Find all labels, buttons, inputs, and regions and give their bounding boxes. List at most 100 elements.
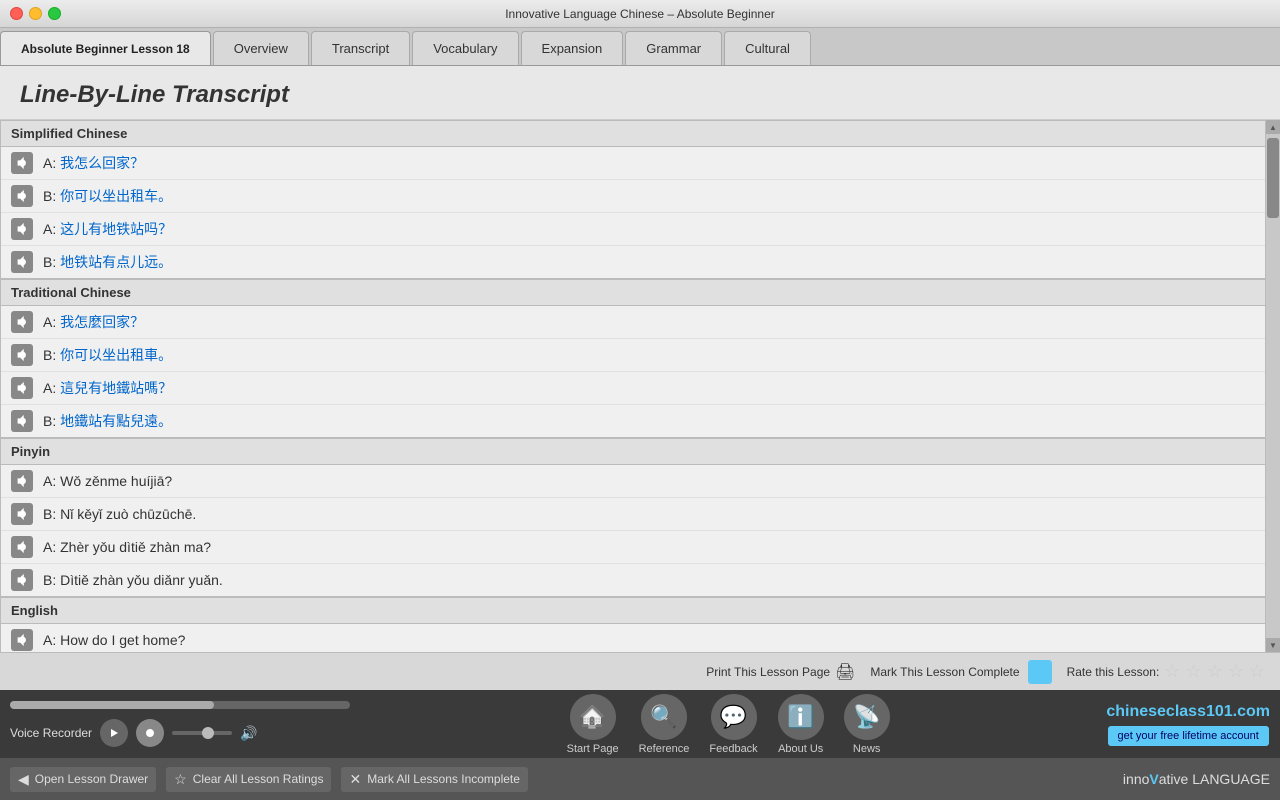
open-drawer-button[interactable]: ◀ Open Lesson Drawer xyxy=(10,767,156,792)
speaker-icon[interactable] xyxy=(11,569,33,591)
nav-icon-reference[interactable]: 🔍 Reference xyxy=(639,694,690,755)
scroll-track xyxy=(1267,136,1279,636)
nav-icon-about-us[interactable]: ℹ️ About Us xyxy=(778,694,824,755)
maximize-button[interactable] xyxy=(48,7,61,20)
brand-suffix: class101.com xyxy=(1166,703,1270,720)
speaker-icon[interactable] xyxy=(11,251,33,273)
play-button[interactable] xyxy=(100,719,128,747)
tab-lesson[interactable]: Absolute Beginner Lesson 18 xyxy=(0,31,211,65)
main-container: Absolute Beginner Lesson 18 Overview Tra… xyxy=(0,28,1280,800)
scroll-thumb[interactable] xyxy=(1267,138,1279,218)
speaker-icon[interactable] xyxy=(11,218,33,240)
start-page-label: Start Page xyxy=(567,743,619,755)
open-drawer-label: Open Lesson Drawer xyxy=(35,772,148,786)
nav-icon-start-page[interactable]: 🏠 Start Page xyxy=(567,694,619,755)
line-text: A: 这儿有地铁站吗？ xyxy=(43,219,172,239)
brand-name: chineseclass101.com xyxy=(1106,703,1270,721)
start-page-icon-circle: 🏠 xyxy=(570,694,616,740)
list-item: B: 你可以坐出租車。 xyxy=(1,339,1265,372)
feedback-icon-circle: 💬 xyxy=(711,694,757,740)
list-item: B: 地铁站有点儿远。 xyxy=(1,246,1265,278)
tab-cultural[interactable]: Cultural xyxy=(724,31,811,65)
tab-vocabulary[interactable]: Vocabulary xyxy=(412,31,518,65)
bottom-action-bar: Print This Lesson Page 🖨 Mark This Lesso… xyxy=(0,652,1280,690)
volume-slider[interactable] xyxy=(172,731,232,735)
search-icon: 🔍 xyxy=(650,704,677,730)
mark-complete-button[interactable]: Mark This Lesson Complete xyxy=(870,660,1051,684)
transcript-scroll[interactable]: Simplified Chinese A: 我怎么回家？ B: 你可以坐出租车。 xyxy=(0,120,1280,652)
print-button[interactable]: Print This Lesson Page 🖨 xyxy=(706,662,855,682)
nav-icon-feedback[interactable]: 💬 Feedback xyxy=(709,694,757,755)
rate-label: Rate this Lesson: xyxy=(1067,665,1160,679)
scroll-area: Simplified Chinese A: 我怎么回家？ B: 你可以坐出租车。 xyxy=(0,120,1280,652)
line-text: A: 這兒有地鐵站嗎？ xyxy=(43,378,172,398)
section-english: English A: How do I get home? xyxy=(0,597,1266,652)
star-1[interactable]: ☆ xyxy=(1164,661,1180,682)
speaker-icon[interactable] xyxy=(11,536,33,558)
section-traditional: Traditional Chinese A: 我怎麼回家？ B: 你可以坐出租車… xyxy=(0,279,1266,438)
line-text: B: 地铁站有点儿远。 xyxy=(43,252,172,272)
list-item: A: 這兒有地鐵站嗎？ xyxy=(1,372,1265,405)
volume-track xyxy=(172,731,232,735)
news-icon-circle: 📡 xyxy=(844,694,890,740)
feedback-label: Feedback xyxy=(709,743,757,755)
voice-recorder-label: Voice Recorder xyxy=(10,726,92,740)
scroll-down-button[interactable]: ▼ xyxy=(1266,638,1280,652)
speaker-icon[interactable] xyxy=(11,410,33,432)
volume-icon: 🔊 xyxy=(240,725,257,742)
speaker-icon[interactable] xyxy=(11,470,33,492)
star-icon: ☆ xyxy=(174,771,187,788)
tab-grammar[interactable]: Grammar xyxy=(625,31,722,65)
tab-bar: Absolute Beginner Lesson 18 Overview Tra… xyxy=(0,28,1280,66)
star-3[interactable]: ☆ xyxy=(1207,661,1223,682)
tab-transcript[interactable]: Transcript xyxy=(311,31,410,65)
minimize-button[interactable] xyxy=(29,7,42,20)
line-text: B: 地鐵站有點兒遠。 xyxy=(43,411,172,431)
speaker-icon[interactable] xyxy=(11,311,33,333)
about-icon-circle: ℹ️ xyxy=(778,694,824,740)
speaker-icon[interactable] xyxy=(11,377,33,399)
window-title: Innovative Language Chinese – Absolute B… xyxy=(505,7,775,21)
list-item: A: 我怎么回家？ xyxy=(1,147,1265,180)
tab-overview[interactable]: Overview xyxy=(213,31,309,65)
speaker-icon[interactable] xyxy=(11,185,33,207)
star-4[interactable]: ☆ xyxy=(1228,661,1244,682)
line-text: A: 我怎麼回家？ xyxy=(43,312,144,332)
record-button[interactable] xyxy=(136,719,164,747)
speaker-icon[interactable] xyxy=(11,629,33,651)
line-text: B: Dìtiě zhàn yǒu diǎnr yuǎn. xyxy=(43,572,223,588)
star-5[interactable]: ☆ xyxy=(1249,661,1265,682)
section-header-simplified: Simplified Chinese xyxy=(1,121,1265,147)
speaker-icon[interactable] xyxy=(11,152,33,174)
progress-bar[interactable] xyxy=(10,701,350,709)
nav-icon-news[interactable]: 📡 News xyxy=(844,694,890,755)
list-item: B: Nǐ kěyǐ zuò chūzūchē. xyxy=(1,498,1265,531)
x-icon: ✕ xyxy=(349,771,361,788)
about-label: About Us xyxy=(778,743,823,755)
drawer-icon: ◀ xyxy=(18,771,29,788)
player-controls: Voice Recorder 🔊 xyxy=(10,701,350,747)
player-bar: Voice Recorder 🔊 🏠 xyxy=(0,690,1280,758)
list-item: A: 这儿有地铁站吗？ xyxy=(1,213,1265,246)
tab-expansion[interactable]: Expansion xyxy=(521,31,624,65)
star-2[interactable]: ☆ xyxy=(1185,661,1201,682)
scroll-up-button[interactable]: ▲ xyxy=(1266,120,1280,134)
nav-icons: 🏠 Start Page 🔍 Reference 💬 Feedback ℹ️ xyxy=(360,694,1096,755)
line-text: B: Nǐ kěyǐ zuò chūzūchē. xyxy=(43,506,196,522)
clear-ratings-label: Clear All Lesson Ratings xyxy=(193,772,324,786)
mark-incomplete-button[interactable]: ✕ Mark All Lessons Incomplete xyxy=(341,767,527,792)
section-header-english: English xyxy=(1,598,1265,624)
section-header-pinyin: Pinyin xyxy=(1,439,1265,465)
clear-ratings-button[interactable]: ☆ Clear All Lesson Ratings xyxy=(166,767,331,792)
section-pinyin: Pinyin A: Wǒ zěnme huíjiā? B: Nǐ kěyǐ zu… xyxy=(0,438,1266,597)
complete-checkbox[interactable] xyxy=(1028,660,1052,684)
line-text: B: 你可以坐出租车。 xyxy=(43,186,172,206)
free-account-button[interactable]: get your free lifetime account xyxy=(1108,726,1269,746)
scrollbar[interactable]: ▲ ▼ xyxy=(1266,120,1280,652)
reference-label: Reference xyxy=(639,743,690,755)
close-button[interactable] xyxy=(10,7,23,20)
speaker-icon[interactable] xyxy=(11,503,33,525)
list-item: A: Zhèr yǒu dìtiě zhàn ma? xyxy=(1,531,1265,564)
section-header-traditional: Traditional Chinese xyxy=(1,280,1265,306)
speaker-icon[interactable] xyxy=(11,344,33,366)
